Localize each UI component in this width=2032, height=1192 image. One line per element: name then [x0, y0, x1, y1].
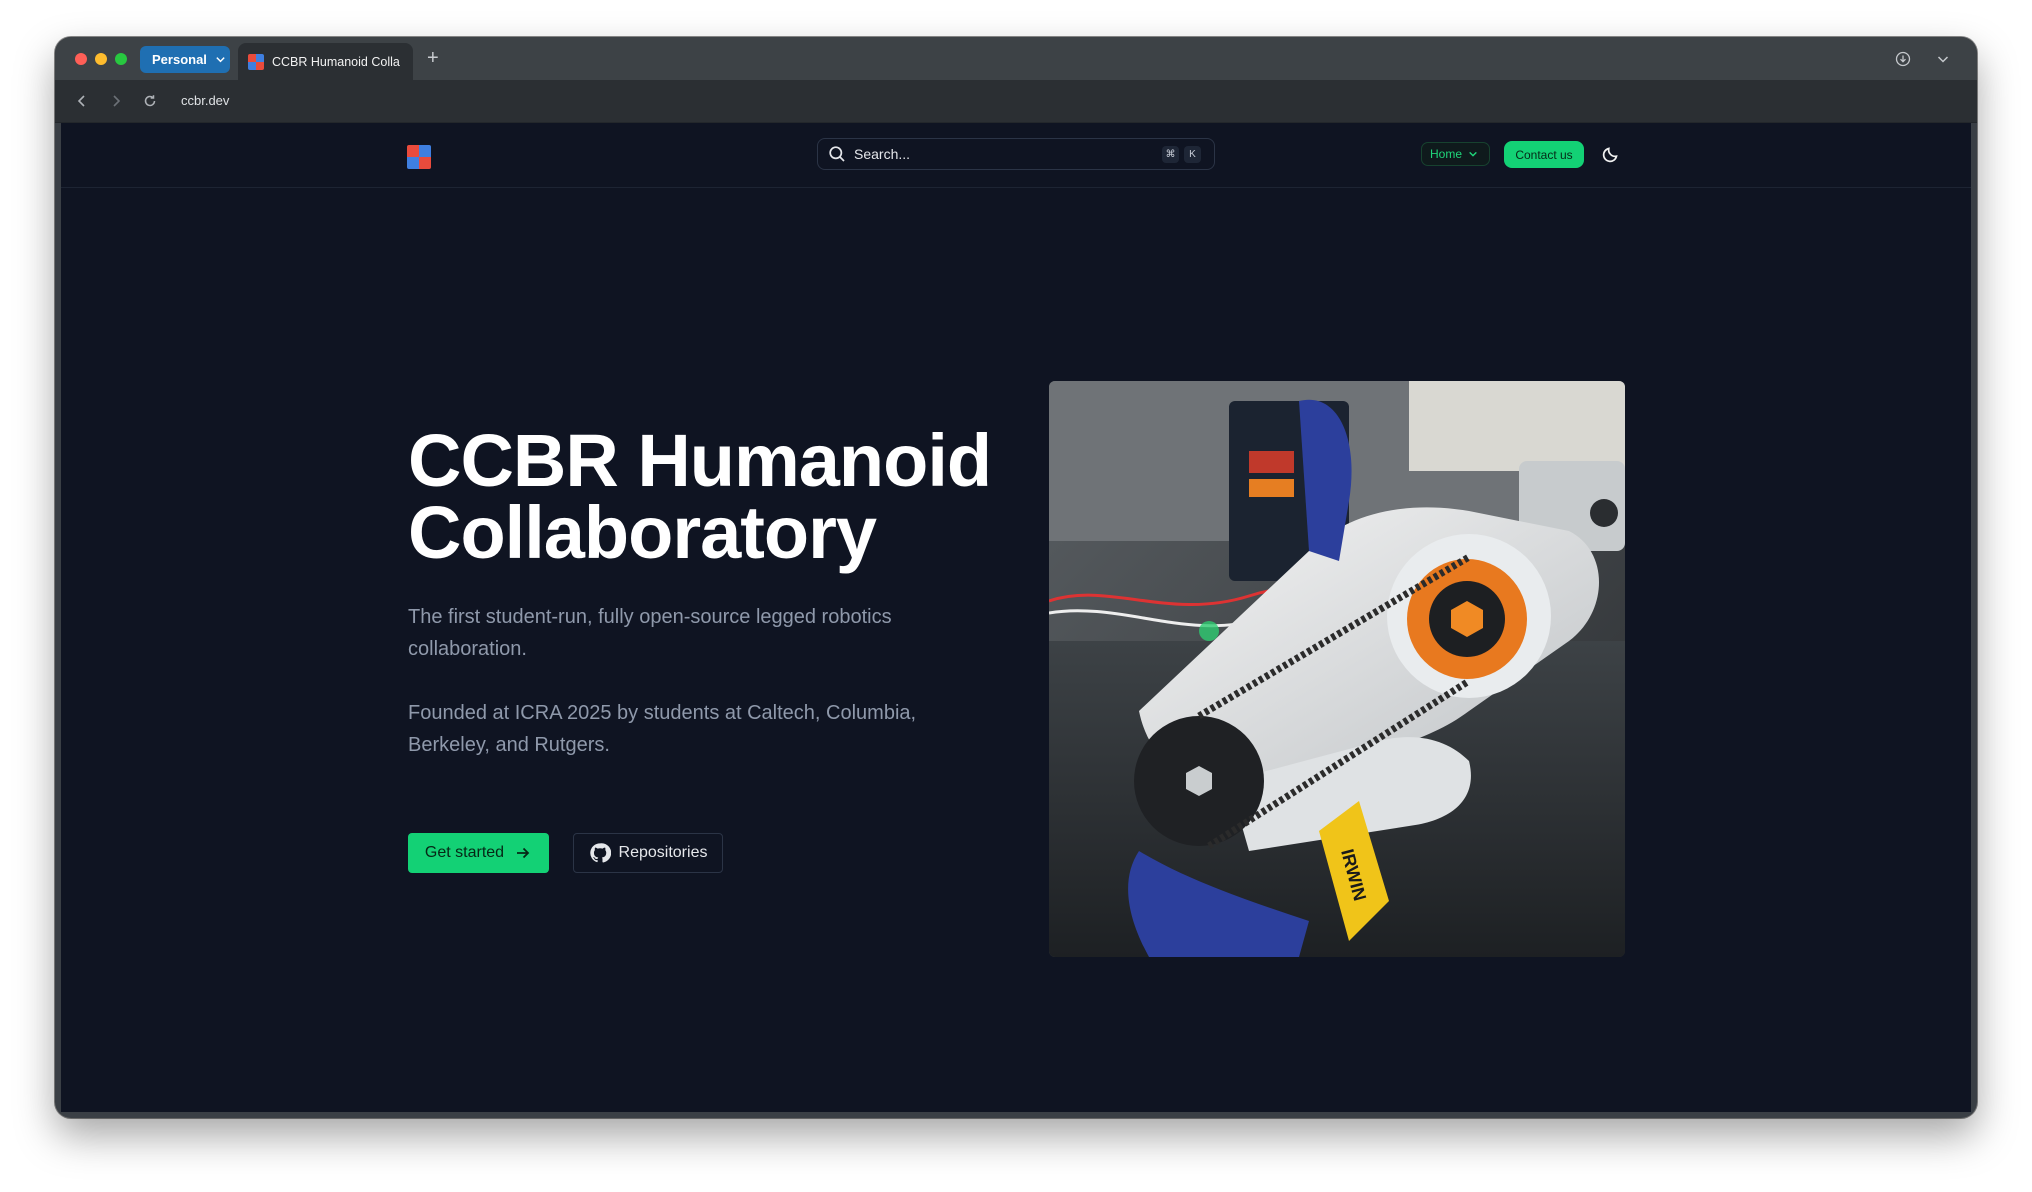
repositories-button[interactable]: Repositories — [573, 833, 723, 873]
address-bar: ccbr.dev — [55, 80, 1977, 123]
profile-switcher[interactable]: Personal — [140, 46, 230, 73]
url-field[interactable]: ccbr.dev — [181, 93, 229, 108]
actuator-illustration: IRWIN — [1049, 381, 1625, 957]
search-input[interactable]: Search... ⌘ K — [817, 138, 1215, 170]
hero-description: The first student-run, fully open-source… — [408, 606, 892, 660]
tab-list-chevron-icon[interactable] — [1935, 51, 1951, 67]
arrow-right-icon — [517, 847, 530, 859]
chevron-down-icon — [1469, 151, 1477, 157]
site-favicon-icon — [248, 53, 264, 70]
get-started-label: Get started — [424, 844, 505, 861]
download-icon[interactable] — [1895, 51, 1911, 67]
new-tab-button[interactable]: + — [427, 48, 439, 68]
nav-home-label: Home — [1430, 147, 1463, 161]
title-line-1: CCBR Humanoid — [408, 419, 992, 502]
profile-label: Personal — [152, 52, 207, 67]
web-page: Search... ⌘ K Home Contact us CCBR Human… — [61, 123, 1971, 1112]
title-line-2: Collaboratory — [408, 491, 877, 574]
tab-ccbr[interactable]: CCBR Humanoid Collaboratory — [238, 43, 413, 80]
hero-founding-note: Founded at ICRA 2025 by students at Calt… — [408, 702, 917, 756]
shortcut-key-k: K — [1184, 146, 1201, 163]
browser-window: Personal CCBR Humanoid Collaboratory + c… — [55, 37, 1977, 1118]
page-title: CCBR Humanoid Collaboratory — [408, 424, 1028, 570]
site-header: Search... ⌘ K Home Contact us — [61, 123, 1971, 188]
nav-home-dropdown[interactable]: Home — [1421, 142, 1490, 166]
search-icon — [829, 146, 845, 162]
close-window-button[interactable] — [75, 53, 87, 65]
contact-button[interactable]: Contact us — [1504, 141, 1584, 168]
search-placeholder: Search... — [854, 146, 911, 162]
back-icon[interactable] — [73, 92, 91, 110]
github-icon — [589, 843, 611, 863]
shortcut-key-cmd: ⌘ — [1162, 146, 1179, 163]
repositories-label: Repositories — [618, 844, 708, 861]
site-logo[interactable] — [407, 145, 431, 169]
forward-icon[interactable] — [107, 92, 125, 110]
reload-icon[interactable] — [141, 92, 159, 110]
tab-title: CCBR Humanoid Collaboratory — [272, 54, 400, 69]
actuator-photo: IRWIN — [1049, 381, 1625, 957]
get-started-button[interactable]: Get started — [408, 833, 549, 873]
chevron-down-icon — [216, 57, 225, 63]
tab-strip: Personal CCBR Humanoid Collaboratory + — [55, 37, 1977, 80]
maximize-window-button[interactable] — [115, 53, 127, 65]
moon-icon[interactable] — [1601, 144, 1621, 164]
minimize-window-button[interactable] — [95, 53, 107, 65]
